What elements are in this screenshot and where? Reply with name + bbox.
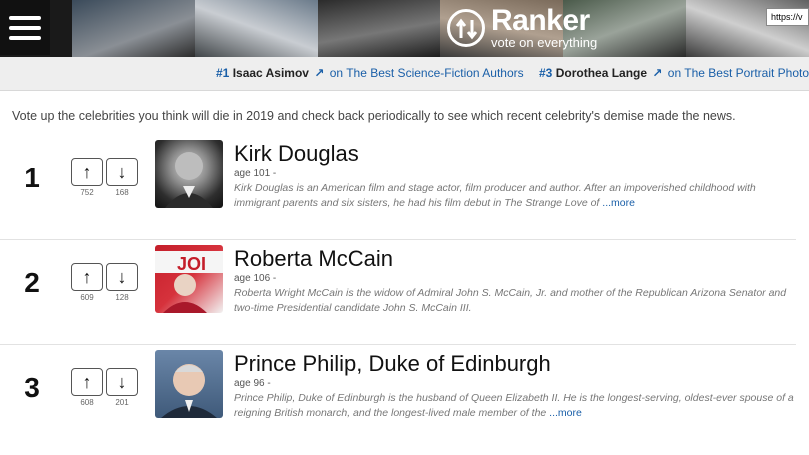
- item-description: Roberta Wright McCain is the widow of Ad…: [234, 286, 794, 316]
- item-title[interactable]: Kirk Douglas: [234, 142, 794, 166]
- ranker-logo-icon: [447, 8, 485, 47]
- vote-up: ↑ 609: [71, 263, 103, 302]
- svg-text:JOI: JOI: [177, 254, 206, 274]
- item-rank: 3: [24, 372, 40, 403]
- item-title[interactable]: Prince Philip, Duke of Edinburgh: [234, 352, 794, 376]
- item-age: age 101 -: [234, 168, 277, 179]
- more-link[interactable]: ...more: [549, 407, 582, 419]
- item-description: Prince Philip, Duke of Edinburgh is the …: [234, 391, 794, 421]
- trending-item[interactable]: #1 Isaac Asimov ↗ on The Best Science-Fi…: [216, 66, 524, 80]
- item-divider: [0, 239, 796, 240]
- ranker-logo[interactable]: Ranker vote on everything: [447, 6, 597, 49]
- list-item: 1 ↑ 752 ↓ 168 Kirk Douglas age 101 - Kir…: [0, 136, 796, 240]
- upvote-button[interactable]: ↑: [71, 368, 103, 396]
- item-rank: 2: [24, 267, 40, 298]
- more-link[interactable]: ...more: [602, 197, 635, 209]
- vote-up: ↑ 752: [71, 158, 103, 197]
- downvote-button[interactable]: ↓: [106, 368, 138, 396]
- item-title[interactable]: Roberta McCain: [234, 247, 794, 271]
- trending-list: The Best Portrait Photogra: [684, 66, 809, 80]
- upvote-count: 608: [80, 398, 94, 407]
- item-photo[interactable]: JOI: [155, 245, 223, 313]
- header-photo-collage: [72, 0, 809, 57]
- upvote-count: 609: [80, 293, 94, 302]
- url-tooltip: https://v: [766, 8, 809, 26]
- trending-name: Dorothea Lange: [555, 66, 648, 80]
- item-description-text: Roberta Wright McCain is the widow of Ad…: [234, 287, 787, 314]
- item-photo[interactable]: [155, 350, 223, 418]
- list-intro: Vote up the celebrities you think will d…: [12, 109, 736, 123]
- downvote-count: 201: [115, 398, 129, 407]
- item-photo[interactable]: [155, 140, 223, 208]
- list-item: 2 ↑ 609 ↓ 128 JOI Roberta McCain age 106…: [0, 241, 796, 345]
- brand-name: Ranker: [491, 4, 590, 37]
- trending-rank: #1: [216, 66, 230, 80]
- trending-up-icon: ↗: [314, 66, 325, 80]
- trending-on: on: [329, 66, 344, 80]
- vote-down: ↓ 201: [106, 368, 138, 407]
- item-age: age 106 -: [234, 273, 277, 284]
- trending-rank: #3: [539, 66, 553, 80]
- vote-up: ↑ 608: [71, 368, 103, 407]
- upvote-button[interactable]: ↑: [71, 263, 103, 291]
- trending-on: on: [667, 66, 682, 80]
- downvote-count: 168: [115, 188, 129, 197]
- item-description-text: Prince Philip, Duke of Edinburgh is the …: [234, 392, 794, 419]
- upvote-count: 752: [80, 188, 94, 197]
- item-age: age 96 -: [234, 378, 271, 389]
- vote-down: ↓ 128: [106, 263, 138, 302]
- list-item: 3 ↑ 608 ↓ 201 Prince Philip, Duke of Edi…: [0, 346, 796, 450]
- brand-tagline: vote on everything: [491, 35, 598, 50]
- trending-bar: #1 Isaac Asimov ↗ on The Best Science-Fi…: [0, 57, 809, 91]
- downvote-button[interactable]: ↓: [106, 158, 138, 186]
- trending-up-icon: ↗: [652, 66, 663, 80]
- upvote-button[interactable]: ↑: [71, 158, 103, 186]
- trending-list: The Best Science-Fiction Authors: [346, 66, 524, 80]
- item-divider: [0, 344, 796, 345]
- downvote-count: 128: [115, 293, 129, 302]
- vote-down: ↓ 168: [106, 158, 138, 197]
- site-header: Ranker vote on everything https://v: [0, 0, 809, 57]
- item-description: Kirk Douglas is an American film and sta…: [234, 181, 794, 211]
- trending-name: Isaac Asimov: [232, 66, 309, 80]
- item-description-text: Kirk Douglas is an American film and sta…: [234, 182, 756, 209]
- item-rank: 1: [24, 162, 40, 193]
- downvote-button[interactable]: ↓: [106, 263, 138, 291]
- trending-item[interactable]: #3 Dorothea Lange ↗ on The Best Portrait…: [539, 66, 809, 80]
- menu-icon[interactable]: [0, 0, 50, 55]
